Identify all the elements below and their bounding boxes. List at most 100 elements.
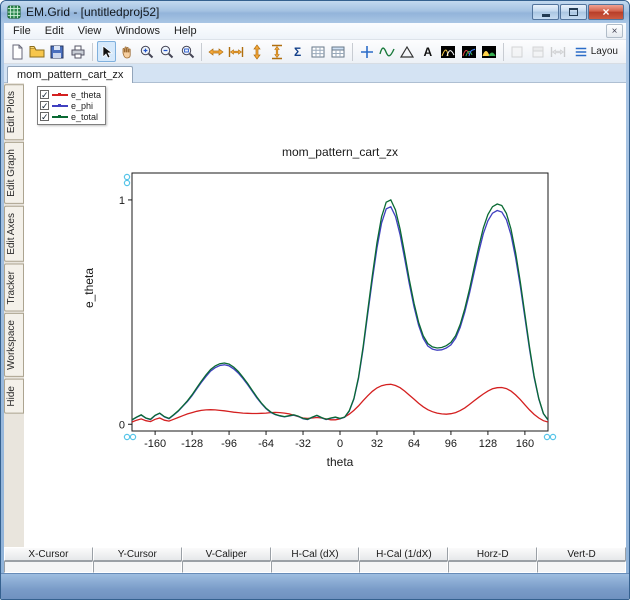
legend-row-e-theta[interactable]: ✓ e_theta	[40, 89, 101, 100]
status-col-y-cursor: Y-Cursor	[93, 547, 182, 561]
status-col-vert-d: Vert-D	[537, 547, 626, 561]
new-file-button[interactable]	[7, 41, 26, 62]
side-tab-bar: Edit Plots Edit Graph Edit Axes Tracker …	[4, 83, 24, 547]
curve-tool-button[interactable]	[377, 41, 396, 62]
minimize-icon	[542, 14, 550, 17]
menu-edit[interactable]: Edit	[38, 24, 71, 38]
svg-text:160: 160	[516, 438, 534, 450]
colormap-button[interactable]	[459, 41, 478, 62]
zoom-window-icon	[180, 44, 196, 60]
app-window: EM.Grid - [untitledproj52] × File Edit V…	[0, 0, 630, 600]
menu-help[interactable]: Help	[167, 24, 204, 38]
delta-marker-button[interactable]	[398, 41, 417, 62]
body-row: Edit Plots Edit Graph Edit Axes Tracker …	[4, 83, 626, 547]
contour-plot-button[interactable]	[479, 41, 498, 62]
layout-lines-icon	[574, 45, 588, 59]
layout-button[interactable]: Layou	[569, 41, 623, 62]
zoom-window-button[interactable]	[178, 41, 197, 62]
sidebar-item-edit-axes[interactable]: Edit Axes	[4, 206, 24, 262]
caliper-gray-icon	[550, 44, 566, 60]
sidebar-item-tracker[interactable]: Tracker	[4, 264, 24, 312]
plot-area: ✓ e_theta ✓ e_phi ✓ e_total	[24, 83, 626, 547]
legend-checkbox-e-total[interactable]: ✓	[40, 112, 49, 121]
h-caliper-icon	[228, 44, 244, 60]
status-col-h-cal-dx: H-Cal (dX)	[271, 547, 360, 561]
print-button[interactable]	[68, 41, 87, 62]
sidebar-item-edit-graph[interactable]: Edit Graph	[4, 142, 24, 204]
svg-text:-96: -96	[221, 438, 237, 450]
client-area: File Edit View Windows Help × Σ	[4, 23, 626, 573]
close-icon: ×	[602, 5, 609, 19]
save-button[interactable]	[48, 41, 67, 62]
svg-text:0: 0	[119, 419, 125, 431]
legend-row-e-phi[interactable]: ✓ e_phi	[40, 100, 101, 111]
toggle-b-icon	[530, 44, 546, 60]
maximize-button[interactable]	[560, 4, 587, 20]
select-cursor-button[interactable]	[97, 41, 116, 62]
surface-plot-icon	[440, 44, 456, 60]
close-button[interactable]: ×	[588, 4, 624, 20]
toggle-a-button[interactable]	[508, 41, 527, 62]
toggle-b-button[interactable]	[528, 41, 547, 62]
legend-checkbox-e-phi[interactable]: ✓	[40, 101, 49, 110]
contour-plot-icon	[481, 44, 497, 60]
menu-file[interactable]: File	[6, 24, 38, 38]
status-value-cell	[4, 561, 93, 573]
tab-mom-pattern-cart-zx[interactable]: mom_pattern_cart_zx	[7, 66, 133, 83]
legend-line-sample	[52, 105, 68, 107]
status-col-x-cursor: X-Cursor	[4, 547, 93, 561]
caliper-disabled-button[interactable]	[548, 41, 567, 62]
document-close-button[interactable]: ×	[606, 24, 623, 38]
grid-toggle-button[interactable]	[308, 41, 327, 62]
curve-icon	[379, 44, 395, 60]
autoscale-button[interactable]: Σ	[288, 41, 307, 62]
table-icon	[330, 44, 346, 60]
svg-text:1: 1	[119, 195, 125, 207]
sigma-icon: Σ	[294, 45, 301, 59]
menu-bar: File Edit View Windows Help ×	[4, 23, 626, 40]
fit-vertical-icon	[249, 44, 265, 60]
svg-text:-32: -32	[295, 438, 311, 450]
sidebar-item-workspace[interactable]: Workspace	[4, 313, 24, 377]
table-view-button[interactable]	[329, 41, 348, 62]
fit-horizontal-button[interactable]	[206, 41, 225, 62]
print-icon	[70, 44, 86, 60]
status-value-cell	[448, 561, 537, 573]
legend-line-sample	[52, 94, 68, 96]
svg-text:32: 32	[371, 438, 383, 450]
menu-windows[interactable]: Windows	[108, 24, 167, 38]
menu-view[interactable]: View	[71, 24, 109, 38]
toolbar: Σ A Layou	[4, 40, 626, 64]
zoom-in-button[interactable]	[137, 41, 156, 62]
v-caliper-button[interactable]	[268, 41, 287, 62]
status-value-cell	[271, 561, 360, 573]
zoom-in-icon	[139, 44, 155, 60]
toolbar-separator	[352, 43, 353, 61]
sidebar-item-edit-plots[interactable]: Edit Plots	[4, 84, 24, 140]
status-value-cell	[537, 561, 626, 573]
add-marker-button[interactable]	[357, 41, 376, 62]
surface-plot-button[interactable]	[439, 41, 458, 62]
window-controls: ×	[532, 4, 624, 20]
legend-checkbox-e-theta[interactable]: ✓	[40, 90, 49, 99]
text-tool-icon: A	[423, 45, 432, 59]
legend-row-e-total[interactable]: ✓ e_total	[40, 111, 101, 122]
status-col-horz-d: Horz-D	[448, 547, 537, 561]
legend-label: e_phi	[71, 101, 93, 111]
text-annotation-button[interactable]: A	[418, 41, 437, 62]
zoom-out-button[interactable]	[158, 41, 177, 62]
minimize-button[interactable]	[532, 4, 559, 20]
chart-canvas[interactable]: -160-128-96-64-32032649612816001	[24, 83, 626, 547]
fit-vertical-button[interactable]	[247, 41, 266, 62]
h-caliper-button[interactable]	[227, 41, 246, 62]
plot-legend: ✓ e_theta ✓ e_phi ✓ e_total	[37, 86, 106, 125]
pan-button[interactable]	[117, 41, 136, 62]
status-value-row	[4, 561, 626, 573]
status-value-cell	[182, 561, 271, 573]
status-value-cell	[93, 561, 182, 573]
window-title: EM.Grid - [untitledproj52]	[26, 5, 159, 19]
sidebar-item-hide[interactable]: Hide	[4, 379, 24, 414]
open-file-button[interactable]	[27, 41, 46, 62]
pan-hand-icon	[119, 44, 135, 60]
legend-label: e_total	[71, 112, 98, 122]
